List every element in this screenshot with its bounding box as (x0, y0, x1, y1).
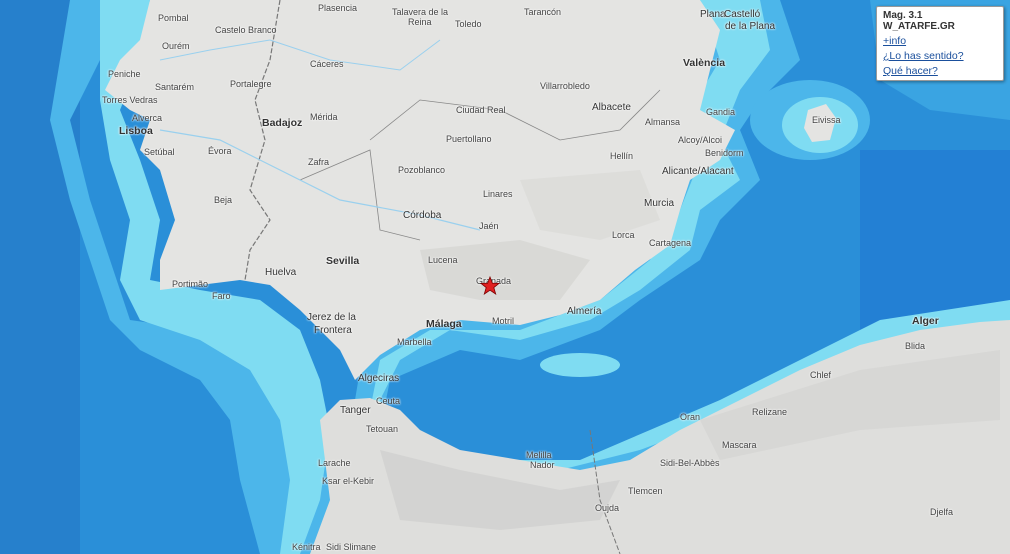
place-label: Benidorm (705, 148, 744, 158)
place-label: Lucena (428, 255, 458, 265)
place-label: Huelva (265, 267, 297, 278)
place-label: Zafra (308, 157, 330, 167)
place-label: Ksar el-Kebir (322, 476, 375, 486)
what-to-do-link[interactable]: Qué hacer? (883, 64, 997, 79)
place-label: Córdoba (403, 210, 442, 221)
place-label: Portalegre (230, 79, 272, 89)
place-label: Ceuta (376, 396, 401, 406)
place-label: Tarancón (524, 7, 562, 17)
place-label: Reina (408, 17, 432, 27)
place-label: Mérida (310, 112, 338, 122)
place-label: Alcoy/Alcoi (678, 135, 723, 145)
place-label: Blida (905, 341, 926, 351)
place-label: Ciudad Real (456, 105, 506, 115)
place-label: Badajoz (262, 117, 303, 129)
place-label: Hellín (610, 151, 634, 161)
place-label: Plasencia (318, 3, 358, 13)
place-label: Kénitra (292, 542, 321, 552)
place-label: Toledo (455, 19, 482, 29)
place-label: Alverca (132, 113, 163, 123)
place-label: Pozoblanco (398, 165, 446, 175)
place-label: de la Plana (725, 21, 776, 32)
place-label: Larache (318, 458, 351, 468)
star-icon[interactable] (480, 276, 500, 296)
place-label: Eivissa (812, 115, 841, 125)
place-label: Marbella (397, 337, 432, 347)
place-label: Albacete (592, 102, 631, 113)
more-info-link[interactable]: +info (883, 34, 997, 49)
place-label: Oujda (595, 503, 620, 513)
place-label: Málaga (426, 318, 462, 330)
place-label: Frontera (314, 325, 352, 336)
place-label: Linares (483, 189, 513, 199)
place-label: Lorca (612, 230, 635, 240)
place-label: Plana (700, 9, 726, 20)
place-label: Algeciras (358, 373, 400, 384)
earthquake-info-popup: Mag. 3.1 W_ATARFE.GR +info ¿Lo has senti… (876, 6, 1004, 81)
place-label: Jaén (479, 221, 499, 231)
place-label: Jerez de la (307, 312, 356, 323)
place-label: Sevilla (326, 255, 360, 267)
place-label: Djelfa (930, 507, 954, 517)
place-label: Mascara (722, 440, 757, 450)
map-view[interactable]: Pombal Castelo Branco Plasencia Talavera… (0, 0, 1010, 554)
place-label: Castelo Branco (215, 25, 277, 35)
place-label: Almería (567, 306, 602, 317)
place-label: Murcia (644, 198, 675, 209)
place-label: Puertollano (446, 134, 492, 144)
place-label: Villarrobledo (540, 81, 590, 91)
place-label: Tetouan (366, 424, 399, 434)
place-label: Faro (212, 291, 231, 301)
place-label: Oran (680, 412, 701, 422)
place-label: Portimão (172, 279, 209, 289)
place-label: València (683, 57, 726, 69)
place-label: Sidi-Bel-Abbès (660, 458, 720, 468)
popup-title: Mag. 3.1 W_ATARFE.GR (883, 10, 955, 32)
place-label: Torres Vedras (102, 95, 158, 105)
place-label: Tanger (340, 405, 371, 416)
place-label: Santarém (155, 82, 195, 92)
place-label: Peniche (108, 69, 141, 79)
place-label: Talavera de la (392, 7, 449, 17)
place-label: Évora (208, 146, 232, 156)
place-label: Melilla (526, 450, 552, 460)
place-label: Motril (492, 316, 514, 326)
place-label: Beja (214, 195, 233, 205)
place-label: Sidi Slimane (326, 542, 377, 552)
place-label: Setúbal (144, 147, 175, 157)
place-label: Cartagena (649, 238, 692, 248)
place-label: Relizane (752, 407, 788, 417)
place-label: Lisboa (119, 125, 153, 137)
place-label: Almansa (645, 117, 681, 127)
place-label: Alicante/Alacant (662, 166, 734, 177)
place-label: Ourém (162, 41, 190, 51)
place-label: Gandia (706, 107, 736, 117)
place-label: Cáceres (310, 59, 344, 69)
place-label: Castelló (724, 9, 761, 20)
place-label: Alger (912, 315, 939, 327)
place-label: Pombal (158, 13, 189, 23)
place-label: Chlef (810, 370, 832, 380)
felt-it-link[interactable]: ¿Lo has sentido? (883, 49, 997, 64)
place-label: Nador (530, 460, 555, 470)
place-label: Tlemcen (628, 486, 663, 496)
